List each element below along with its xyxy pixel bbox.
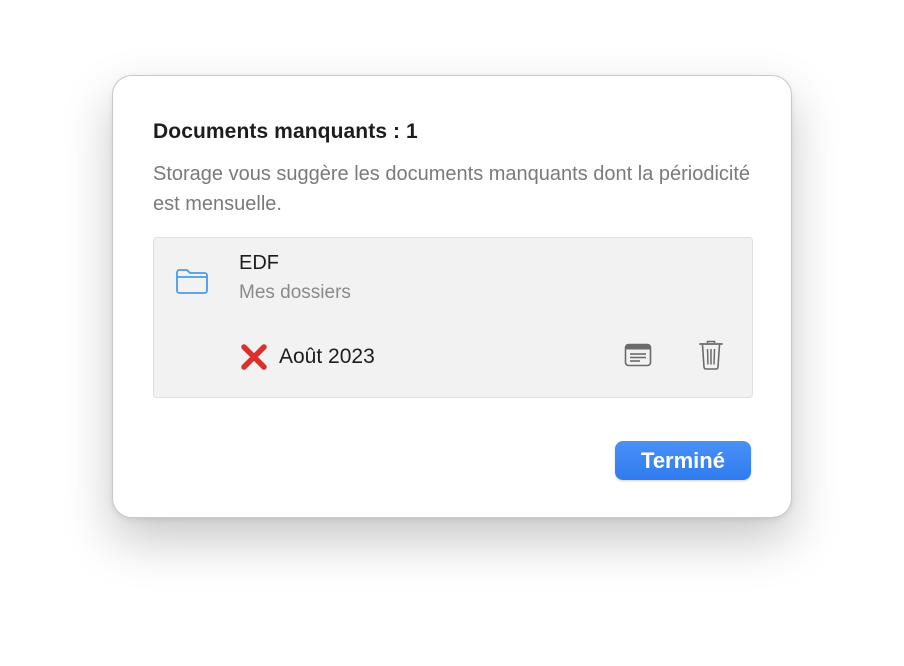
done-button[interactable]: Terminé [615, 441, 751, 480]
red-x-icon [239, 342, 269, 372]
missing-period-label: Août 2023 [279, 345, 375, 368]
trash-icon [698, 339, 724, 376]
document-icon [624, 343, 652, 372]
delete-button[interactable] [694, 339, 728, 375]
missing-documents-dialog: Documents manquants : 1 Storage vous sug… [112, 75, 792, 518]
screen: Documents manquants : 1 Storage vous sug… [0, 0, 904, 666]
folder-icon [174, 267, 210, 295]
missing-period-row: Août 2023 [239, 342, 375, 372]
folder-location: Mes dossiers [239, 282, 351, 303]
folder-name: EDF [239, 252, 279, 274]
dialog-description: Storage vous suggère les documents manqu… [153, 163, 751, 215]
view-document-button[interactable] [621, 341, 655, 373]
dialog-title: Documents manquants : 1 [153, 120, 418, 143]
missing-document-card: EDF Mes dossiers Août 2023 [153, 237, 753, 398]
